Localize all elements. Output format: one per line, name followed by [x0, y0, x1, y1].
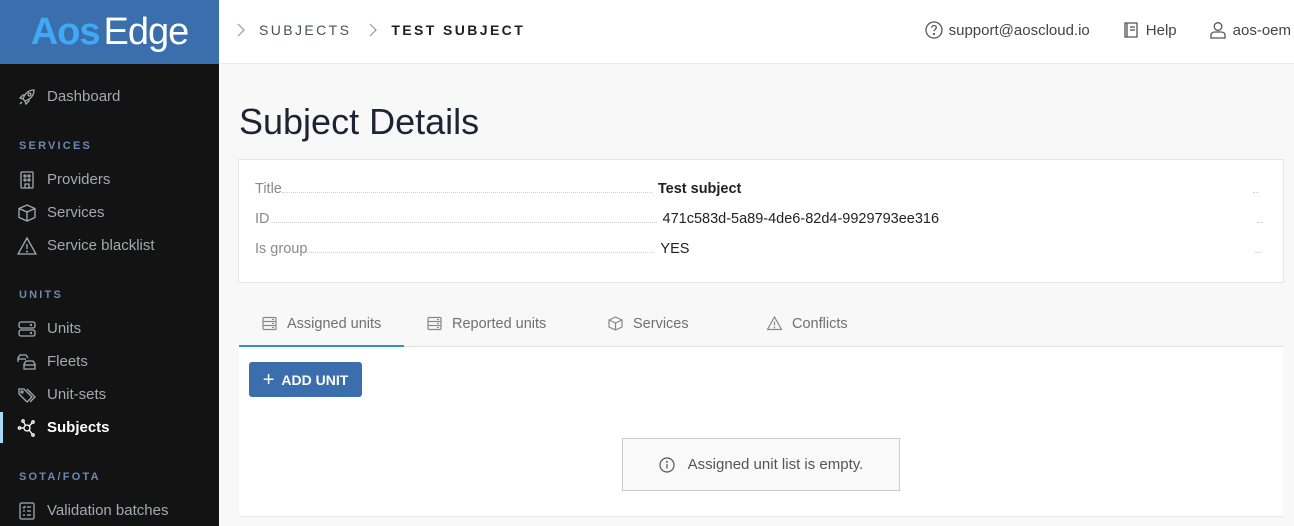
sidebar: Aos Edge Dashboard SERVICES Providers Ser…	[0, 0, 219, 526]
sidebar-item-label: Units	[47, 320, 82, 337]
tab-label: Assigned units	[287, 315, 382, 332]
building-icon	[17, 170, 37, 190]
sidebar-item-providers[interactable]: Providers	[0, 163, 219, 196]
sidebar-item-label: Fleets	[47, 353, 88, 370]
support-link[interactable]: support@aoscloud.io	[924, 21, 1090, 39]
server-icon	[262, 316, 277, 331]
detail-row-is-group: Is group YES	[255, 237, 1263, 257]
sidebar-item-fleets[interactable]: Fleets	[0, 345, 219, 378]
detail-label: ID	[255, 211, 270, 227]
sidebar-item-service-blacklist[interactable]: Service blacklist	[0, 229, 219, 262]
detail-value: Test subject	[657, 181, 742, 197]
question-circle-icon	[924, 21, 943, 39]
dotted-leader	[1255, 252, 1262, 253]
top-header: SUBJECTS TEST SUBJECT support@aoscloud.i…	[219, 0, 1294, 64]
sidebar-item-dashboard[interactable]: Dashboard	[0, 80, 219, 113]
network-icon	[17, 418, 37, 438]
warning-icon	[17, 236, 37, 256]
dotted-leader	[307, 252, 655, 253]
breadcrumb: SUBJECTS TEST SUBJECT	[235, 22, 525, 38]
help-label: Help	[1145, 21, 1177, 39]
sidebar-item-units[interactable]: Units	[0, 312, 219, 345]
chevron-right-icon	[235, 23, 247, 37]
app-logo[interactable]: Aos Edge	[0, 0, 219, 64]
chevron-right-icon	[367, 23, 379, 37]
detail-label: Title	[255, 181, 282, 197]
detail-row-title: Title Test subject	[255, 177, 1263, 197]
tab-conflicts[interactable]: Conflicts	[744, 300, 848, 347]
cube-icon	[17, 203, 37, 223]
tags-icon	[17, 385, 37, 405]
header-actions: support@aoscloud.io Help aos-oem	[893, 21, 1291, 39]
detail-value: 471c583d-5a89-4de6-82d4-9929793ee316	[662, 211, 940, 227]
page-title: Subject Details	[239, 101, 480, 142]
section-title-services: SERVICES	[19, 140, 93, 152]
tab-assigned-units[interactable]: Assigned units	[239, 300, 405, 348]
sidebar-item-subjects[interactable]: Subjects	[0, 411, 219, 444]
sidebar-item-label: Unit-sets	[47, 386, 107, 403]
cube-icon	[608, 316, 623, 331]
dotted-leader	[269, 222, 657, 223]
detail-value: YES	[660, 241, 690, 257]
dotted-leader	[281, 192, 652, 193]
sidebar-item-label: Dashboard	[47, 88, 121, 105]
breadcrumb-current: TEST SUBJECT	[391, 22, 526, 38]
tab-bar: Assigned units Reported units Services C…	[239, 300, 1283, 348]
tab-services[interactable]: Services	[585, 300, 689, 347]
section-title-sota-fota: SOTA/FOTA	[19, 471, 101, 483]
tab-label: Conflicts	[792, 315, 848, 332]
sidebar-item-label: Services	[47, 204, 105, 221]
detail-label: Is group	[255, 241, 308, 257]
dotted-leader	[1252, 192, 1259, 193]
breadcrumb-subjects[interactable]: SUBJECTS	[259, 22, 351, 38]
sidebar-item-label: Validation batches	[47, 502, 169, 519]
logo-aos: Aos	[30, 10, 101, 53]
tab-label: Services	[633, 315, 689, 332]
detail-row-id: ID 471c583d-5a89-4de6-82d4-9929793ee316	[255, 207, 1263, 227]
empty-message-text: Assigned unit list is empty.	[687, 456, 864, 473]
help-link[interactable]: Help	[1122, 21, 1177, 39]
server-icon	[17, 319, 37, 339]
add-unit-label: ADD UNIT	[281, 371, 349, 388]
support-email: support@aoscloud.io	[948, 21, 1090, 39]
user-icon	[1209, 22, 1226, 39]
checklist-icon	[17, 501, 37, 521]
book-icon	[1124, 22, 1138, 38]
section-title-units: UNITS	[19, 289, 63, 301]
sidebar-item-unit-sets[interactable]: Unit-sets	[0, 378, 219, 411]
sidebar-item-services[interactable]: Services	[0, 196, 219, 229]
tab-label: Reported units	[452, 315, 547, 332]
add-unit-button[interactable]: + ADD UNIT	[249, 362, 362, 397]
warning-icon	[767, 316, 782, 331]
logo-edge: Edge	[103, 10, 190, 53]
sidebar-item-label: Subjects	[47, 419, 110, 436]
user-menu[interactable]: aos-oem	[1209, 21, 1291, 39]
sidebar-item-label: Service blacklist	[47, 237, 155, 254]
sidebar-item-validation-batches[interactable]: Validation batches	[0, 494, 219, 526]
dotted-leader	[1257, 222, 1263, 223]
tab-reported-units[interactable]: Reported units	[404, 300, 546, 347]
info-icon	[659, 456, 675, 473]
cars-icon	[17, 352, 37, 372]
server-icon	[427, 316, 442, 331]
plus-icon: +	[262, 368, 275, 391]
subject-details-card: Title Test subject ID 471c583d-5a89-4de6…	[238, 159, 1284, 283]
user-name: aos-oem	[1232, 21, 1291, 39]
assigned-units-panel: + ADD UNIT Assigned unit list is empty.	[239, 347, 1283, 517]
rocket-icon	[17, 87, 37, 107]
empty-state-message: Assigned unit list is empty.	[622, 438, 900, 491]
sidebar-item-label: Providers	[47, 171, 111, 188]
